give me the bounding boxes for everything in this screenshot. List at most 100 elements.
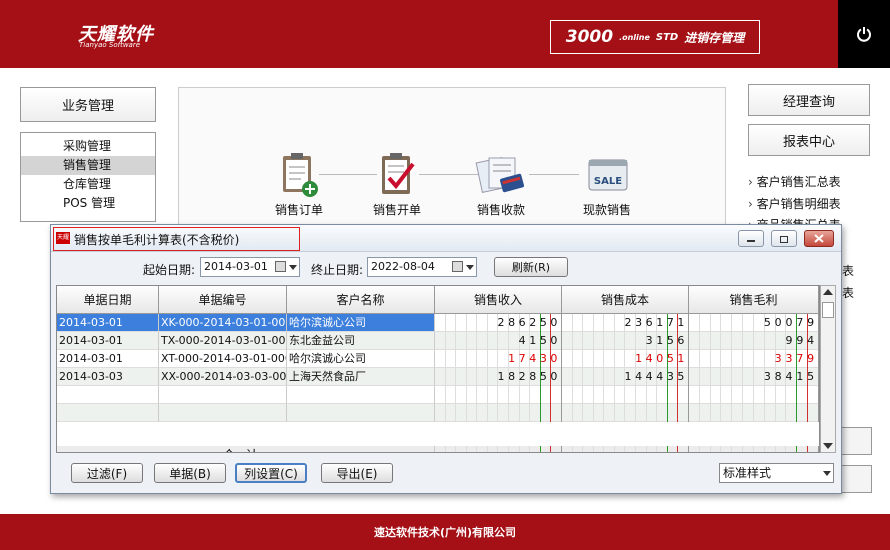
hidden-panel-edge [842, 465, 872, 493]
business-management-button[interactable]: 业务管理 [20, 87, 156, 122]
flow-sales-invoice[interactable]: 销售开单 [367, 152, 427, 218]
report-link-customer-detail[interactable]: 客户销售明细表 [748, 195, 841, 212]
row-doc-no[interactable]: TX-000-2014-03-01-000 [159, 332, 287, 350]
flow-label: 销售订单 [274, 203, 323, 217]
amount-text: 3156 [645, 334, 688, 347]
business-menu: 采购管理 销售管理 仓库管理 POS 管理 [20, 132, 156, 222]
column-settings-button[interactable]: 列设置(C) [235, 463, 307, 483]
svg-text:SALE: SALE [594, 176, 622, 187]
export-button[interactable]: 导出(E) [321, 463, 393, 483]
amount-text [435, 404, 562, 422]
empty-amount [562, 404, 689, 422]
amount-text: 369711 [562, 446, 689, 452]
app-footer: 速达软件技术(广州)有限公司 [0, 514, 890, 550]
amount-text: 994 [785, 334, 818, 347]
column-header-profit[interactable]: 销售毛利 [689, 286, 819, 314]
refresh-button[interactable]: 刷新(R) [494, 257, 568, 277]
product-edition: STD [655, 31, 679, 43]
column-header-income[interactable]: 销售收入 [435, 286, 562, 314]
flow-sales-order[interactable]: 销售订单 [269, 152, 329, 218]
power-button[interactable] [838, 0, 890, 68]
row-customer[interactable]: 东北金益公司 [287, 332, 435, 350]
amount-text: 38415 [763, 370, 818, 383]
column-header-customer[interactable]: 客户名称 [287, 286, 435, 314]
flow-connector [529, 174, 579, 175]
chevron-down-icon [466, 265, 474, 270]
style-select[interactable]: 标准样式 [719, 463, 834, 483]
report-link-tail[interactable]: 表 [842, 284, 854, 301]
row-amount-income: 17430 [435, 350, 562, 368]
scroll-up-icon [823, 289, 833, 295]
amount-text: 17430 [508, 352, 561, 365]
row-amount-income: 182850 [435, 368, 562, 386]
scroll-thumb[interactable] [822, 302, 834, 318]
amount-text: 86109 [689, 446, 819, 452]
report-table[interactable]: 单据日期 单据编号 客户名称 销售收入 销售成本 销售毛利 2014-03-01… [56, 285, 820, 453]
table-scrollbar[interactable] [820, 285, 836, 453]
report-link-customer-summary[interactable]: 客户销售汇总表 [748, 173, 841, 190]
flow-sales-receipt[interactable]: 销售收款 [469, 152, 533, 218]
column-header-date[interactable]: 单据日期 [57, 286, 159, 314]
maximize-button[interactable] [771, 230, 797, 247]
product-online: .online [619, 32, 650, 42]
calendar-icon [452, 261, 463, 272]
end-date-picker[interactable]: 2022-08-04 [367, 257, 477, 277]
empty-cell [57, 404, 159, 422]
empty-cell [57, 386, 159, 404]
row-amount-profit: 994 [689, 332, 819, 350]
row-date[interactable]: 2014-03-01 [57, 350, 159, 368]
sales-flow-panel: 销售订单 销售开单 销售收款 SALE 现款销售 [178, 87, 726, 247]
flow-cash-sale[interactable]: SALE 现款销售 [575, 152, 639, 218]
power-icon [857, 27, 871, 42]
row-customer[interactable]: 哈尔滨诚心公司 [287, 314, 435, 332]
amount-text: 236171 [624, 316, 688, 329]
app-root: 天耀软件 Tianyao Software 3000 .online STD 进销… [0, 0, 890, 550]
amount-text [562, 386, 689, 404]
close-button[interactable] [804, 230, 834, 247]
chevron-down-icon [289, 265, 297, 270]
empty-cell [159, 386, 287, 404]
total-amount-cost: 369711 [562, 446, 689, 452]
amount-text: 144435 [624, 370, 688, 383]
column-header-cost[interactable]: 销售成本 [562, 286, 689, 314]
empty-cell [287, 404, 435, 422]
amount-text: 455820 [435, 446, 562, 452]
column-header-doc-no[interactable]: 单据编号 [159, 286, 287, 314]
menu-item-warehouse[interactable]: 仓库管理 [21, 175, 155, 194]
window-titlebar[interactable]: 天耀 销售按单毛利计算表(不含税价) [51, 225, 841, 252]
menu-item-purchase[interactable]: 采购管理 [21, 137, 155, 156]
report-center-button[interactable]: 报表中心 [748, 124, 870, 156]
hidden-panel-edge [842, 427, 872, 455]
flow-label: 销售收款 [476, 203, 525, 217]
row-doc-no[interactable]: XK-000-2014-03-01-000 [159, 314, 287, 332]
row-date[interactable]: 2014-03-01 [57, 314, 159, 332]
end-date-value: 2022-08-04 [371, 260, 435, 273]
amount-text [689, 404, 819, 422]
scroll-down-icon [823, 443, 833, 449]
receipt-card-icon [475, 157, 524, 193]
amount-text: 50079 [763, 316, 818, 329]
profit-report-window: 天耀 销售按单毛利计算表(不含税价) 起始日期: 2014-03-01 终止日期… [50, 224, 842, 494]
row-date[interactable]: 2014-03-01 [57, 332, 159, 350]
manager-query-button[interactable]: 经理查询 [748, 84, 870, 116]
row-doc-no[interactable]: XX-000-2014-03-03-000 [159, 368, 287, 386]
row-amount-cost: 14051 [562, 350, 689, 368]
start-date-picker[interactable]: 2014-03-01 [200, 257, 300, 277]
report-link-tail[interactable]: 表 [842, 262, 854, 279]
flow-label: 现款销售 [582, 203, 631, 217]
amount-text: 3379 [774, 352, 818, 365]
row-customer[interactable]: 上海天然食品厂 [287, 368, 435, 386]
calendar-icon [275, 261, 286, 272]
filter-button[interactable]: 过滤(F) [71, 463, 143, 483]
row-date[interactable]: 2014-03-03 [57, 368, 159, 386]
row-customer[interactable]: 哈尔滨诚心公司 [287, 350, 435, 368]
product-number: 3000 [565, 27, 614, 47]
menu-item-sales[interactable]: 销售管理 [21, 156, 155, 175]
document-button[interactable]: 单据(B) [154, 463, 226, 483]
row-doc-no[interactable]: XT-000-2014-03-01-000 [159, 350, 287, 368]
empty-amount [562, 386, 689, 404]
minimize-button[interactable] [738, 230, 764, 247]
row-amount-cost: 3156 [562, 332, 689, 350]
menu-item-pos[interactable]: POS 管理 [21, 194, 155, 213]
flow-label: 销售开单 [372, 203, 421, 217]
